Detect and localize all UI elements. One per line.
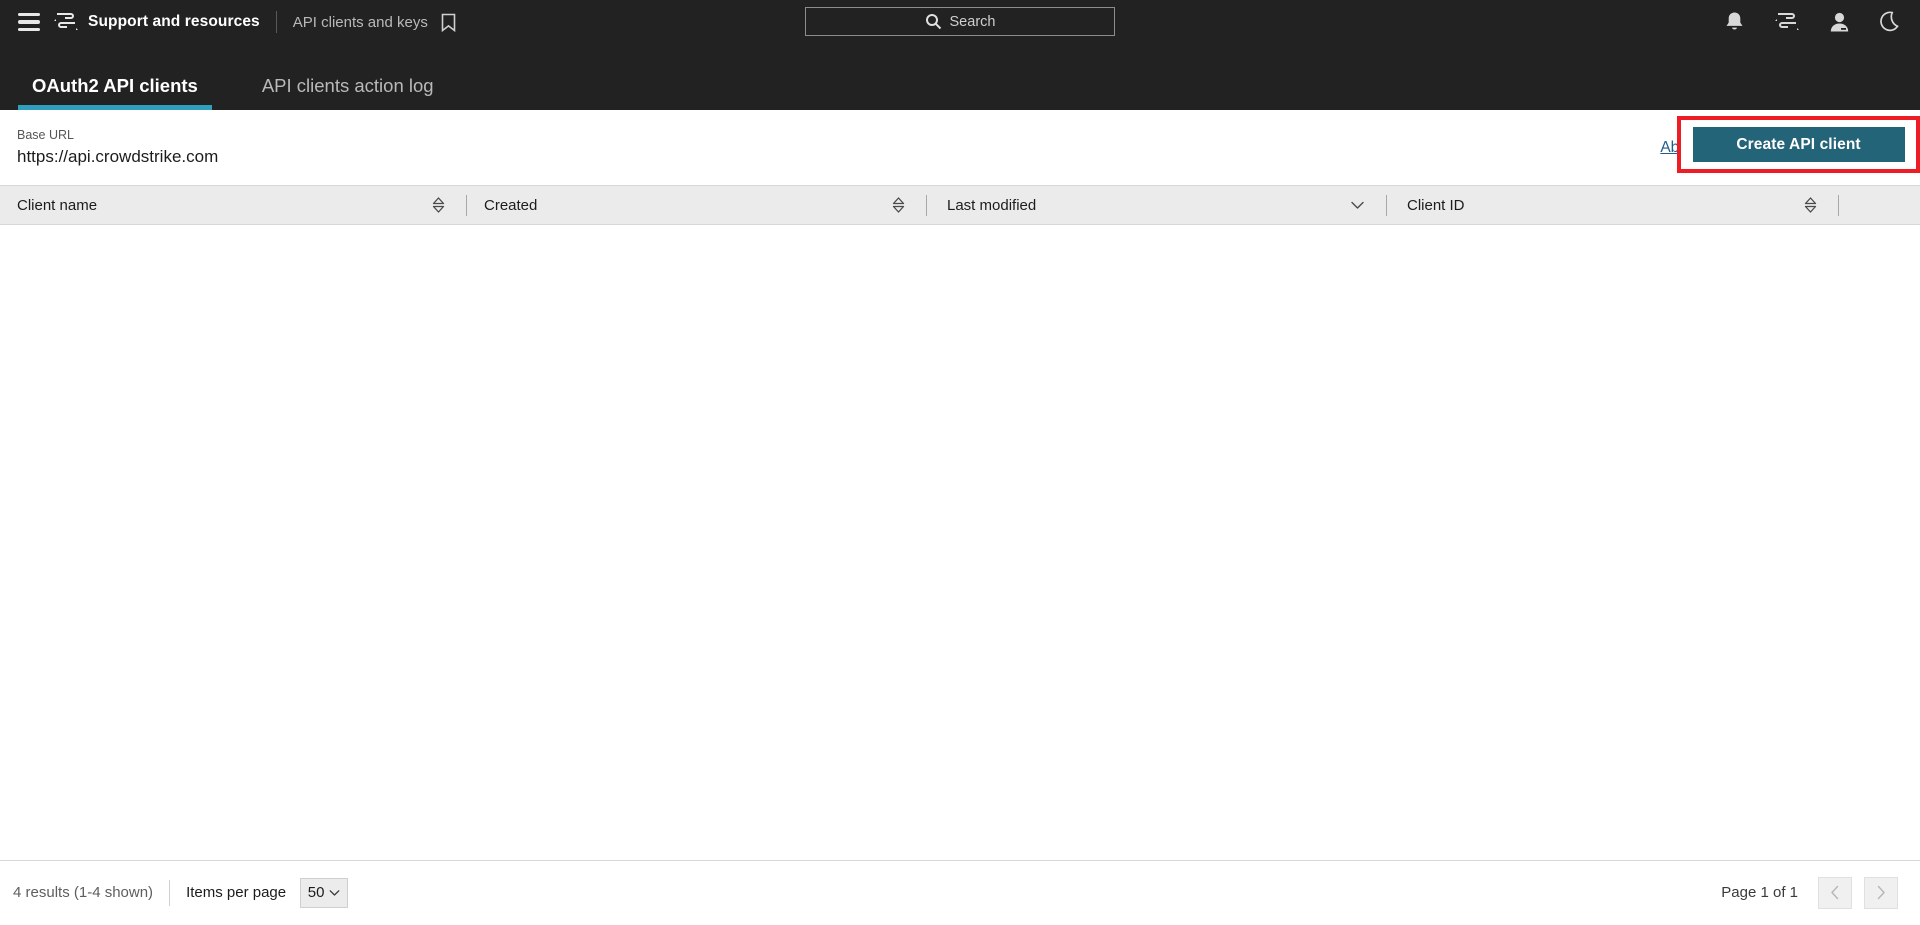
create-api-client-highlight: Create API client: [1677, 116, 1920, 173]
column-header-client-id[interactable]: Client ID: [1387, 186, 1839, 224]
base-url-block: Base URL https://api.crowdstrike.com: [17, 128, 218, 167]
page-tabs: OAuth2 API clients API clients action lo…: [0, 44, 1920, 110]
sort-both-icon[interactable]: [432, 197, 445, 214]
previous-page-button[interactable]: [1818, 876, 1852, 909]
footer-divider: [169, 879, 171, 906]
dark-mode-moon-icon[interactable]: [1880, 11, 1902, 33]
table-footer: 4 results (1-4 shown) Items per page 50 …: [0, 860, 1920, 924]
user-account-icon[interactable]: [1829, 11, 1850, 33]
notifications-bell-icon[interactable]: [1724, 11, 1745, 33]
tab-label: OAuth2 API clients: [32, 74, 198, 96]
column-header-created[interactable]: Created: [467, 186, 927, 224]
footer-left-group: 4 results (1-4 shown) Items per page 50: [13, 877, 349, 908]
breadcrumb[interactable]: API clients and keys: [293, 14, 428, 31]
brand-title: Support and resources: [88, 13, 260, 30]
sort-descending-icon[interactable]: [1350, 200, 1365, 210]
hamburger-bar: [18, 12, 40, 17]
hamburger-menu-icon[interactable]: [14, 7, 44, 37]
search-icon: [925, 14, 941, 30]
column-header-client-name[interactable]: Client name: [0, 186, 467, 224]
topbar-divider: [275, 11, 277, 33]
topbar-icon-group: [1724, 0, 1902, 44]
items-per-page-value: 50: [307, 884, 325, 901]
search-placeholder: Search: [949, 13, 996, 30]
chevron-left-icon: [1831, 885, 1839, 900]
items-per-page-select[interactable]: 50: [300, 877, 349, 908]
base-url-toolbar: Base URL https://api.crowdstrike.com Abo…: [0, 110, 1920, 185]
top-navigation-bar: Support and resources API clients and ke…: [0, 0, 1920, 44]
page-indicator: Page 1 of 1: [1721, 884, 1798, 901]
crowdstrike-logo-icon[interactable]: [1775, 11, 1799, 33]
bookmark-icon[interactable]: [441, 13, 456, 32]
column-header-label: Client ID: [1407, 196, 1465, 214]
table-header-row: Client name Created Last modified Client…: [0, 185, 1920, 225]
hamburger-bar: [18, 20, 40, 24]
results-count: 4 results (1-4 shown): [13, 884, 154, 901]
column-header-last-modified[interactable]: Last modified: [927, 186, 1387, 224]
column-header-label: Created: [484, 196, 538, 214]
base-url-value: https://api.crowdstrike.com: [17, 147, 219, 166]
chevron-right-icon: [1877, 885, 1885, 900]
column-header-spacer: [1839, 186, 1920, 224]
create-api-client-button[interactable]: Create API client: [1692, 127, 1905, 162]
items-per-page-label: Items per page: [186, 884, 287, 901]
crowdstrike-logo-icon[interactable]: [54, 11, 78, 33]
pagination-controls: Page 1 of 1: [1721, 876, 1898, 909]
tab-oauth2-api-clients[interactable]: OAuth2 API clients: [18, 74, 212, 111]
sort-both-icon[interactable]: [1804, 197, 1817, 214]
tab-label: API clients action log: [261, 74, 434, 96]
column-header-label: Client name: [17, 196, 98, 214]
hamburger-bar: [18, 27, 40, 32]
table-body: [0, 225, 1920, 860]
chevron-down-icon: [330, 889, 340, 896]
search-input[interactable]: Search: [805, 7, 1115, 36]
tab-api-clients-action-log[interactable]: API clients action log: [248, 74, 448, 111]
next-page-button[interactable]: [1864, 876, 1898, 909]
base-url-label: Base URL: [17, 128, 74, 142]
sort-both-icon[interactable]: [892, 197, 905, 214]
column-header-label: Last modified: [947, 196, 1037, 214]
